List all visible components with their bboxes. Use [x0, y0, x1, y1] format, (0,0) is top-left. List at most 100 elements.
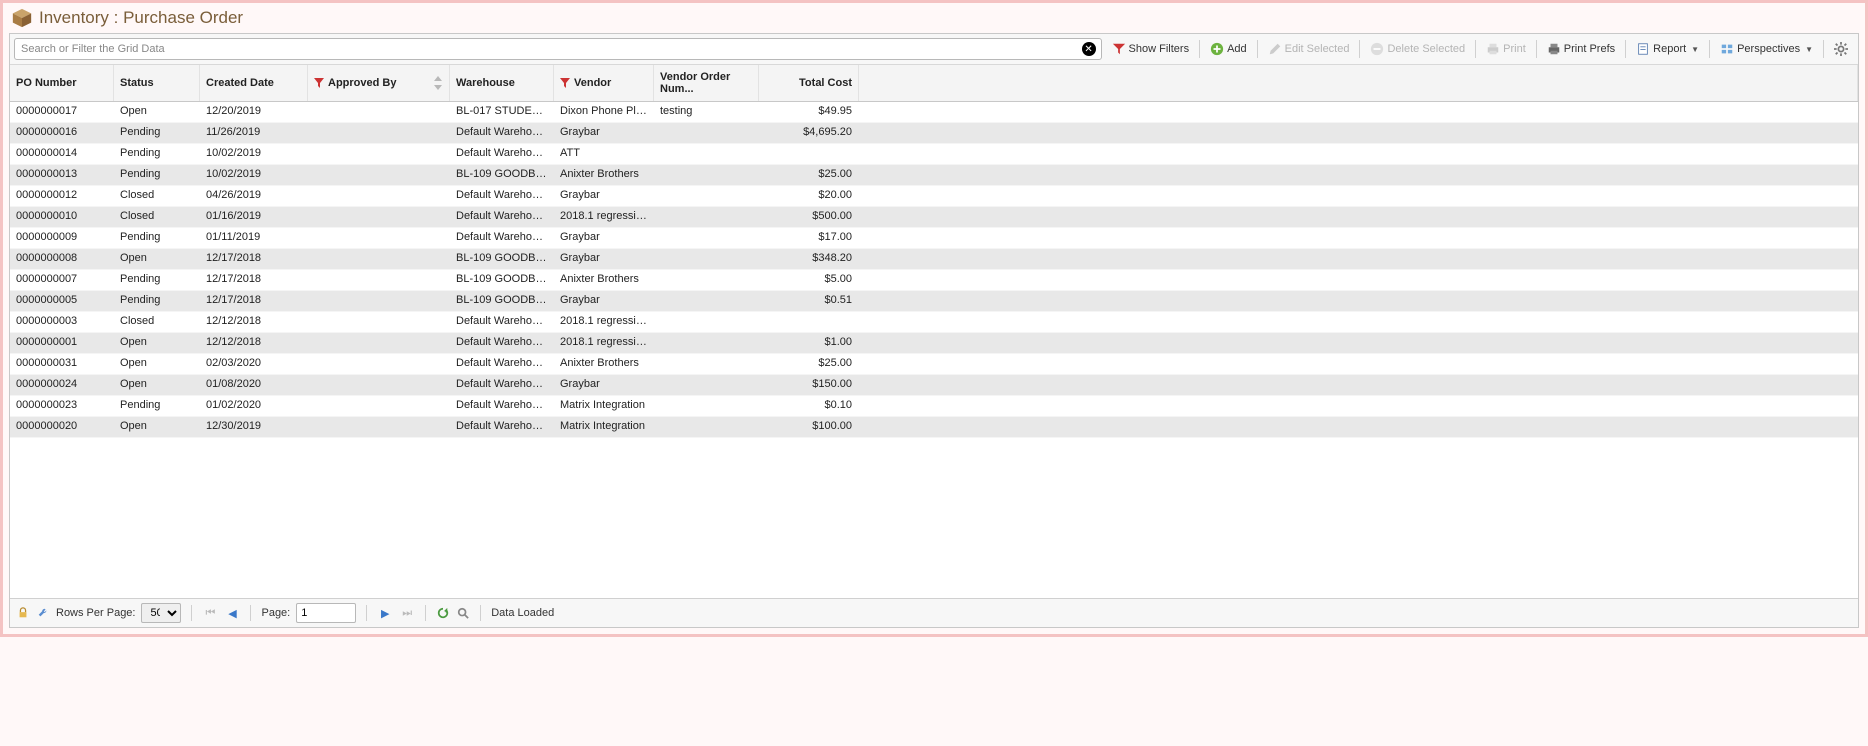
- page-label: Page:: [261, 607, 290, 619]
- delete-selected-label: Delete Selected: [1387, 43, 1465, 55]
- col-warehouse[interactable]: Warehouse: [450, 65, 554, 101]
- refresh-icon[interactable]: [436, 606, 450, 620]
- col-label: Total Cost: [799, 77, 852, 89]
- cell: Pending: [114, 123, 200, 143]
- prev-page-icon[interactable]: ◀: [224, 607, 240, 620]
- cell: 0000000009: [10, 228, 114, 248]
- table-row[interactable]: 0000000023Pending01/02/2020Default Wareh…: [10, 396, 1858, 417]
- table-row[interactable]: 0000000008Open12/17/2018BL-109 GOODBOD..…: [10, 249, 1858, 270]
- table-row[interactable]: 0000000031Open02/03/2020Default Warehous…: [10, 354, 1858, 375]
- cell: $25.00: [759, 165, 859, 185]
- sort-icon: [433, 76, 443, 90]
- cell: Dixon Phone Place: [554, 102, 654, 122]
- minus-icon: [1370, 42, 1384, 56]
- table-row[interactable]: 0000000014Pending10/02/2019Default Wareh…: [10, 144, 1858, 165]
- cell: Open: [114, 354, 200, 374]
- cell: Open: [114, 417, 200, 437]
- col-total-cost[interactable]: Total Cost: [759, 65, 859, 101]
- separator: [425, 605, 426, 621]
- col-created-date[interactable]: Created Date: [200, 65, 308, 101]
- titlebar: Inventory : Purchase Order: [5, 5, 1863, 33]
- table-row[interactable]: 0000000003Closed12/12/2018Default Wareho…: [10, 312, 1858, 333]
- cell: 0000000007: [10, 270, 114, 290]
- page-input[interactable]: [296, 603, 356, 623]
- cell: Graybar: [554, 375, 654, 395]
- cell: Pending: [114, 165, 200, 185]
- cell: $25.00: [759, 354, 859, 374]
- cell: [308, 165, 450, 185]
- report-button[interactable]: Report ▼: [1630, 38, 1705, 60]
- col-vendor[interactable]: Vendor: [554, 65, 654, 101]
- cell: BL-109 GOODBOD...: [450, 291, 554, 311]
- cell: [308, 207, 450, 227]
- show-filters-button[interactable]: Show Filters: [1106, 38, 1196, 60]
- cell: [654, 249, 759, 269]
- cell: [654, 375, 759, 395]
- table-row[interactable]: 0000000010Closed01/16/2019Default Wareho…: [10, 207, 1858, 228]
- separator: [250, 605, 251, 621]
- table-row[interactable]: 0000000001Open12/12/2018Default Warehous…: [10, 333, 1858, 354]
- col-po-number[interactable]: PO Number: [10, 65, 114, 101]
- next-page-icon[interactable]: ▶: [377, 607, 393, 620]
- table-row[interactable]: 0000000005Pending12/17/2018BL-109 GOODBO…: [10, 291, 1858, 312]
- cell: Pending: [114, 291, 200, 311]
- cell: [654, 165, 759, 185]
- rows-per-page-select[interactable]: 50: [141, 603, 181, 623]
- cell: [654, 417, 759, 437]
- cell: 0000000031: [10, 354, 114, 374]
- cell: testing: [654, 102, 759, 122]
- cell: [759, 144, 859, 164]
- cell: $0.51: [759, 291, 859, 311]
- table-row[interactable]: 0000000007Pending12/17/2018BL-109 GOODBO…: [10, 270, 1858, 291]
- cell: [859, 417, 1858, 437]
- cell: [859, 123, 1858, 143]
- magnifier-icon[interactable]: [456, 606, 470, 620]
- show-filters-label: Show Filters: [1129, 43, 1190, 55]
- print-prefs-button[interactable]: Print Prefs: [1541, 38, 1621, 60]
- lock-icon[interactable]: [16, 606, 30, 620]
- search-wrap: ✕: [14, 38, 1102, 60]
- print-button: Print: [1480, 38, 1532, 60]
- cell: 12/17/2018: [200, 270, 308, 290]
- cell: 0000000024: [10, 375, 114, 395]
- cell: 0000000023: [10, 396, 114, 416]
- col-label: Status: [120, 77, 154, 89]
- settings-gear-button[interactable]: [1828, 38, 1854, 60]
- cell: [654, 186, 759, 206]
- cell: Matrix Integration: [554, 417, 654, 437]
- table-row[interactable]: 0000000009Pending01/11/2019Default Wareh…: [10, 228, 1858, 249]
- search-input[interactable]: [14, 38, 1102, 60]
- col-approved-by[interactable]: Approved By: [308, 65, 450, 101]
- add-button[interactable]: Add: [1204, 38, 1253, 60]
- table-row[interactable]: 0000000024Open01/08/2020Default Warehous…: [10, 375, 1858, 396]
- table-row[interactable]: 0000000017Open12/20/2019BL-017 STUDENT B…: [10, 102, 1858, 123]
- cell: 2018.1 regression t...: [554, 333, 654, 353]
- table-row[interactable]: 0000000013Pending10/02/2019BL-109 GOODBO…: [10, 165, 1858, 186]
- cell: 01/02/2020: [200, 396, 308, 416]
- cell: [654, 354, 759, 374]
- cell: Matrix Integration: [554, 396, 654, 416]
- delete-selected-button: Delete Selected: [1364, 38, 1471, 60]
- chevron-down-icon: ▼: [1691, 45, 1699, 54]
- table-row[interactable]: 0000000016Pending11/26/2019Default Wareh…: [10, 123, 1858, 144]
- table-row[interactable]: 0000000012Closed04/26/2019Default Wareho…: [10, 186, 1858, 207]
- perspectives-button[interactable]: Perspectives ▼: [1714, 38, 1819, 60]
- separator: [1359, 40, 1360, 58]
- col-status[interactable]: Status: [114, 65, 200, 101]
- cell: BL-109 GOODBOD...: [450, 249, 554, 269]
- cell: Anixter Brothers: [554, 165, 654, 185]
- cell: [308, 123, 450, 143]
- printer-gear-icon: [1547, 42, 1561, 56]
- cell: Default Warehouse: [450, 354, 554, 374]
- cell: 12/30/2019: [200, 417, 308, 437]
- cell: Default Warehouse: [450, 375, 554, 395]
- cell: $49.95: [759, 102, 859, 122]
- table-row[interactable]: 0000000020Open12/30/2019Default Warehous…: [10, 417, 1858, 438]
- wrench-icon[interactable]: [36, 606, 50, 620]
- col-vendor-order-num[interactable]: Vendor Order Num...: [654, 65, 759, 101]
- cell: BL-017 STUDENT B...: [450, 102, 554, 122]
- toolbar: ✕ Show Filters Add Edit Sele: [10, 34, 1858, 65]
- cell: 0000000005: [10, 291, 114, 311]
- clear-search-icon[interactable]: ✕: [1082, 42, 1096, 56]
- cell: Default Warehouse: [450, 312, 554, 332]
